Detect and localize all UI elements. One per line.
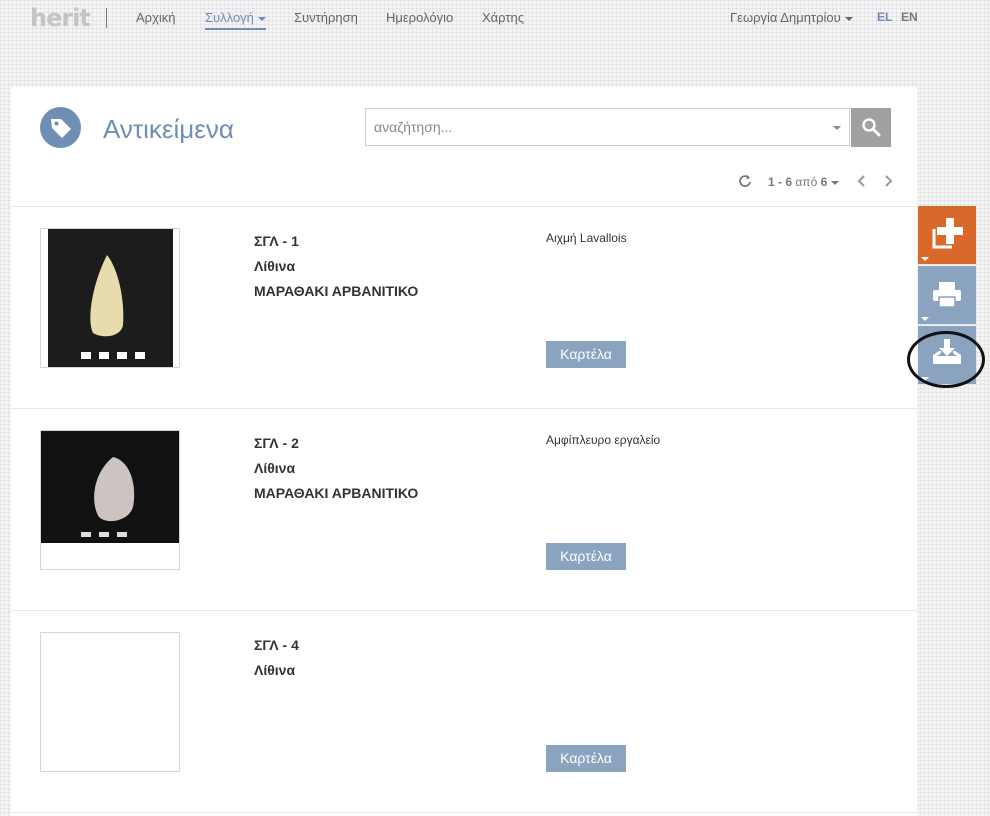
biface-tool-photo <box>41 431 181 543</box>
add-button[interactable] <box>918 206 976 264</box>
printer-icon <box>933 282 961 308</box>
nav-item-calendar[interactable]: Ημερολόγιο <box>386 10 453 25</box>
search-button[interactable] <box>851 108 891 147</box>
nav-item-conservation[interactable]: Συντήρηση <box>294 10 358 25</box>
item-thumbnail[interactable] <box>40 228 180 369</box>
item-category: Λίθινα <box>254 662 296 678</box>
prev-page-icon[interactable] <box>857 175 867 187</box>
pager-info[interactable]: 1 - 6 από 6 <box>768 175 840 189</box>
chevron-down-icon <box>844 16 853 21</box>
chevron-down-icon <box>831 180 840 185</box>
item-category: Λίθινα <box>254 460 296 476</box>
item-site: ΜΑΡΑΘΑΚΙ ΑΡΒΑΝΙΤΙΚΟ <box>254 283 419 299</box>
item-code[interactable]: ΣΓΛ - 2 <box>254 435 299 451</box>
chevron-down-icon <box>257 16 266 21</box>
item-code[interactable]: ΣΓΛ - 1 <box>254 233 299 249</box>
search-box <box>365 108 850 146</box>
search-input[interactable] <box>372 118 816 136</box>
flint-point-photo <box>48 229 173 369</box>
page-title: Αντικείμενα <box>103 114 234 144</box>
user-menu[interactable]: Γεωργία Δημητρίου <box>730 10 853 25</box>
card-button[interactable]: Καρτέλα <box>546 341 626 368</box>
search-icon <box>862 118 881 137</box>
logo-divider <box>106 8 107 28</box>
item-thumbnail-empty[interactable] <box>40 632 180 772</box>
item-thumbnail[interactable] <box>40 430 181 570</box>
item-description: Αιχμή Lavallois <box>546 231 627 245</box>
item-code[interactable]: ΣΓΛ - 4 <box>254 637 299 653</box>
highlight-circle <box>907 331 985 388</box>
lang-en[interactable]: EN <box>901 10 918 24</box>
print-button[interactable] <box>918 266 976 324</box>
plus-icon <box>932 218 963 249</box>
next-page-icon[interactable] <box>883 175 893 187</box>
pager-of-label: από <box>795 175 818 189</box>
row-divider <box>11 812 917 813</box>
top-navbar: herit Αρχική Συλλογή Συντήρηση Ημερολόγι… <box>0 0 990 36</box>
chevron-down-icon <box>921 257 929 261</box>
herit-logo[interactable]: herit <box>30 4 91 32</box>
pager-total: 6 <box>820 175 828 189</box>
search-dropdown-icon[interactable] <box>833 126 841 130</box>
user-name: Γεωργία Δημητρίου <box>730 10 841 25</box>
card-button[interactable]: Καρτέλα <box>546 745 626 772</box>
card-button[interactable]: Καρτέλα <box>546 543 626 570</box>
lang-el[interactable]: EL <box>877 10 892 24</box>
item-category: Λίθινα <box>254 258 296 274</box>
item-description: Αμφίπλευρο εργαλείο <box>546 433 661 447</box>
nav-item-collection[interactable]: Συλλογή <box>205 10 266 30</box>
nav-item-collection-label: Συλλογή <box>205 10 254 25</box>
chevron-down-icon <box>921 317 929 321</box>
nav-item-home[interactable]: Αρχική <box>136 10 176 25</box>
row-divider <box>11 610 917 611</box>
pager-range: 1 - 6 <box>768 175 793 189</box>
refresh-icon[interactable] <box>738 174 752 188</box>
tag-icon <box>40 107 81 148</box>
main-panel: Αντικείμενα 1 - 6 από 6 Σ <box>11 87 917 816</box>
row-divider <box>11 408 917 409</box>
nav-item-map[interactable]: Χάρτης <box>482 10 524 25</box>
row-divider <box>11 206 917 207</box>
item-site: ΜΑΡΑΘΑΚΙ ΑΡΒΑΝΙΤΙΚΟ <box>254 485 419 501</box>
